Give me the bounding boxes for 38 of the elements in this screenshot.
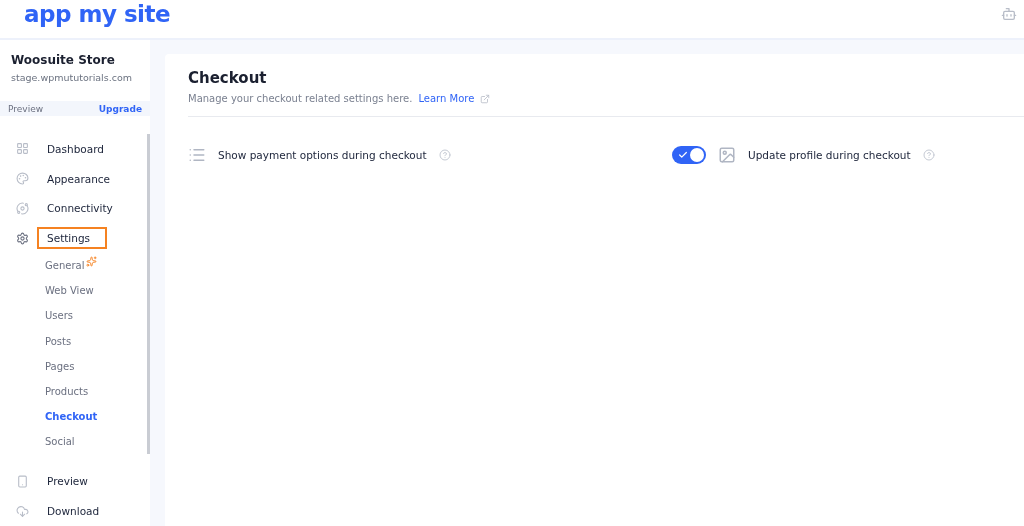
help-icon[interactable] [922, 149, 935, 161]
submenu-item[interactable]: Web View [45, 285, 94, 297]
orbit-icon [16, 201, 29, 215]
submenu-item[interactable]: Checkout [45, 410, 98, 422]
android-icon[interactable] [1001, 6, 1017, 22]
nav-item[interactable]: Preview [37, 470, 98, 492]
help-icon[interactable] [438, 149, 451, 161]
page-title: Checkout [188, 69, 268, 87]
check-icon [678, 150, 688, 160]
list-icon [188, 146, 206, 164]
submenu-item[interactable]: Users [45, 310, 73, 322]
page-subtitle: Manage your checkout related settings here. [188, 93, 413, 104]
submenu-item[interactable]: Social [45, 435, 75, 447]
store-domain: stage.wpmututorials.com [11, 72, 133, 83]
cloud-download-icon [16, 504, 29, 518]
palette-icon [16, 172, 29, 186]
nav-item[interactable]: Settings [37, 227, 107, 250]
upgrade-link[interactable]: Upgrade [98, 103, 142, 114]
nav-item[interactable]: Connectivity [37, 197, 123, 220]
settings-icon [16, 231, 29, 245]
phone-icon [16, 474, 29, 488]
external-link-icon [480, 93, 491, 104]
option-label: Show payment options during checkout [218, 149, 427, 161]
option-label: Update profile during checkout [748, 149, 911, 161]
submenu-item[interactable]: General [45, 260, 85, 272]
submenu-item[interactable]: Posts [45, 335, 72, 347]
nav-item[interactable]: Download [37, 500, 110, 522]
nav-item[interactable]: Appearance [37, 167, 121, 190]
image-icon [718, 146, 736, 164]
logo: app my site [24, 1, 171, 27]
store-name: Woosuite Store [11, 53, 116, 67]
submenu-item[interactable]: Products [45, 385, 89, 397]
submenu-item[interactable]: Pages [45, 360, 75, 372]
learn-more-link[interactable]: Learn More [418, 93, 475, 104]
nav-item[interactable]: Dashboard [37, 137, 114, 160]
grid-icon [16, 142, 29, 156]
preview-link[interactable]: Preview [8, 103, 44, 114]
toggle-switch[interactable] [672, 146, 706, 164]
